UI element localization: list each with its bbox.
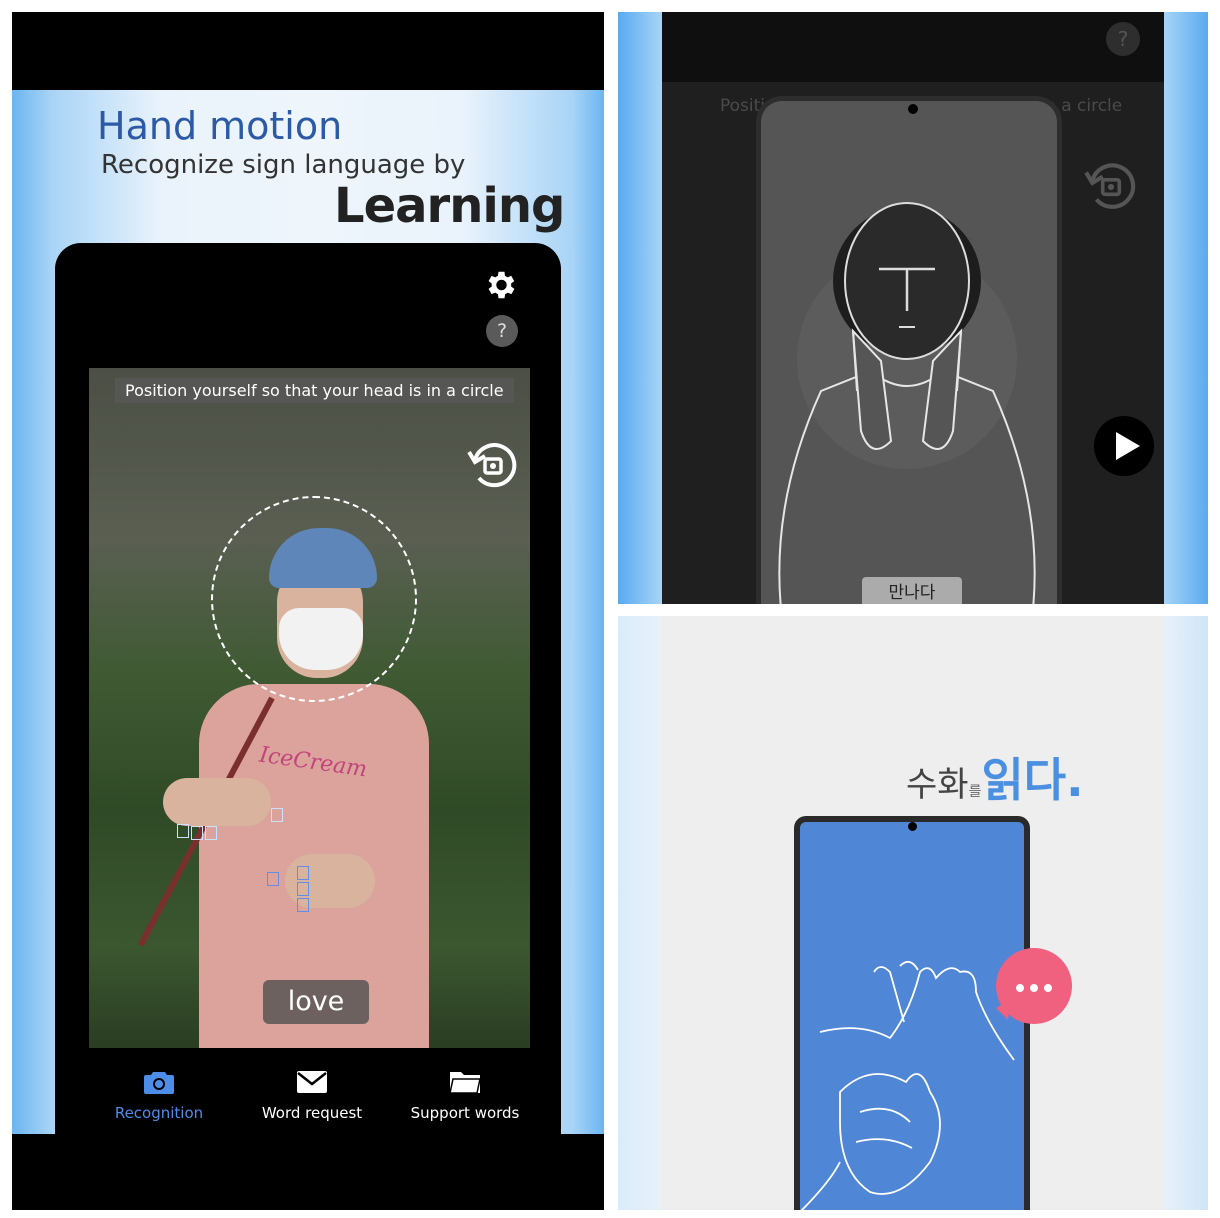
help-button[interactable]: ? xyxy=(1106,22,1140,56)
top-bar xyxy=(662,12,1164,82)
nav-recognition[interactable]: Recognition xyxy=(84,1066,234,1122)
nav-label: Recognition xyxy=(114,1104,204,1122)
headline-big: Learning xyxy=(334,178,565,234)
nav-label: Support words xyxy=(410,1104,520,1122)
play-button[interactable] xyxy=(1094,416,1154,476)
front-camera xyxy=(908,104,918,114)
slogan-particle: 를 xyxy=(968,784,982,800)
slogan: 수화를읽다. xyxy=(906,744,1084,810)
signer-illustration xyxy=(778,202,1036,604)
camera-flip-icon[interactable] xyxy=(465,438,521,494)
slogan-part-a: 수화 xyxy=(906,765,969,805)
camera-icon xyxy=(144,1072,174,1094)
sign-word-label: 만나다 xyxy=(862,577,962,604)
hand-keypoint xyxy=(205,826,217,840)
side-strip xyxy=(618,616,662,1210)
play-icon xyxy=(1116,432,1140,460)
side-strip xyxy=(1164,616,1208,1210)
sign-demo-panel: ? Position yourself so that your head is… xyxy=(618,12,1208,604)
gear-icon[interactable] xyxy=(482,267,518,303)
read-sign-panel: 수화를읽다. xyxy=(618,616,1208,1210)
bottom-bar xyxy=(12,1134,604,1210)
hand-keypoint xyxy=(191,826,203,840)
help-button[interactable]: ? xyxy=(486,315,518,347)
front-camera xyxy=(908,822,917,831)
nav-support-words[interactable]: Support words xyxy=(390,1066,540,1122)
recognition-screenshot-panel: Hand motion Recognize sign language by L… xyxy=(12,12,604,1210)
hand-keypoint xyxy=(297,882,309,896)
head-guide-circle xyxy=(211,496,417,702)
side-strip xyxy=(618,12,662,604)
left-arm xyxy=(163,778,271,826)
hand-keypoint xyxy=(271,808,283,822)
position-hint: Position yourself so that your head is i… xyxy=(115,378,514,403)
headline-subtitle: Recognize sign language by xyxy=(101,150,466,180)
hand-keypoint xyxy=(177,824,189,838)
folder-icon xyxy=(449,1072,481,1094)
camera-flip-icon[interactable] xyxy=(1082,158,1140,216)
side-strip xyxy=(1164,12,1208,604)
hand-keypoint xyxy=(267,872,279,886)
headline-title: Hand motion xyxy=(97,104,343,148)
slogan-part-c: 읽다. xyxy=(981,753,1084,807)
inner-phone xyxy=(756,96,1062,604)
nav-label: Word request xyxy=(261,1104,363,1122)
hand-keypoint xyxy=(297,866,309,880)
nav-word-request[interactable]: Word request xyxy=(237,1066,387,1122)
recognized-word: love xyxy=(263,980,369,1024)
chat-bubble-icon xyxy=(996,948,1072,1024)
camera-preview: IceCream Position yourself so that your … xyxy=(89,368,530,1048)
hand-keypoint xyxy=(297,898,309,912)
mail-icon xyxy=(297,1071,327,1093)
